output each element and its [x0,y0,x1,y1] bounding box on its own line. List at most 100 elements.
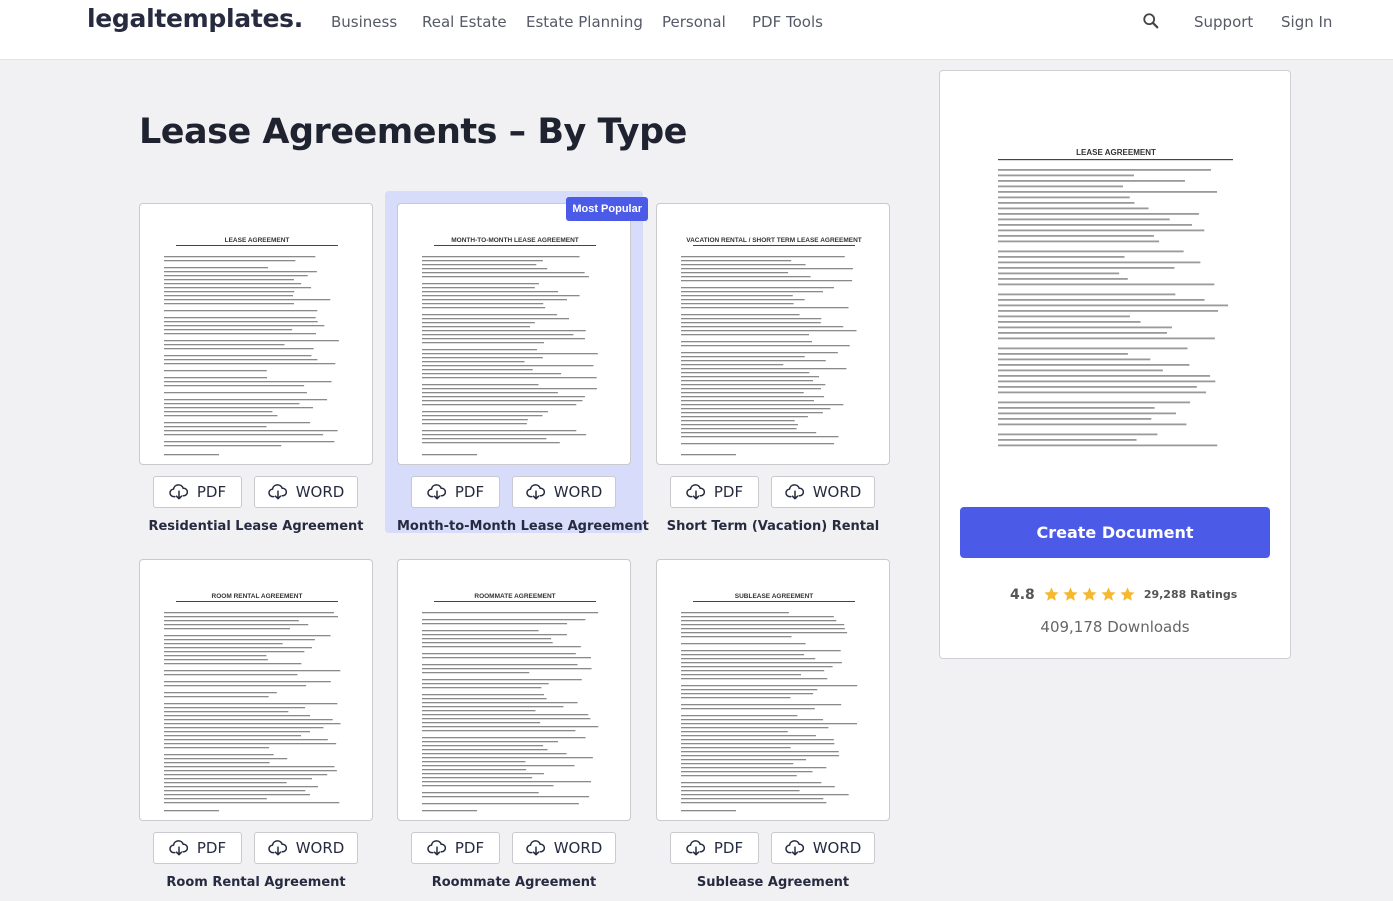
document-text-line [422,438,547,440]
download-pdf-button[interactable]: PDF [670,832,759,864]
document-thumbnail[interactable]: ROOMMATE AGREEMENT [397,559,631,821]
document-text-line [681,747,791,749]
nav-sign-in[interactable]: Sign In [1281,13,1332,31]
nav-estate-planning[interactable]: Estate Planning [526,13,643,31]
template-card[interactable]: ROOMMATE AGREEMENT PDF WORD Roommate Agreem… [397,559,631,901]
download-pdf-button[interactable]: PDF [411,832,500,864]
document-text-line [998,267,1175,269]
card-title[interactable]: Roommate Agreement [397,875,631,890]
document-text-line [681,704,842,706]
download-word-button[interactable]: WORD [771,832,875,864]
document-text-line [422,619,586,621]
document-preview: ROOM RENTAL AGREEMENT [164,593,341,812]
download-icon [267,484,287,500]
document-text-line [164,731,310,733]
document-text-line [164,739,328,741]
document-text-line [164,685,307,687]
document-text-line [998,278,1128,280]
template-card[interactable]: LEASE AGREEMENT PDF WORD Residential Lease … [139,203,373,545]
document-text-line [164,279,294,281]
document-text-line [422,404,577,406]
download-pdf-button[interactable]: PDF [153,832,242,864]
document-text-line [681,291,824,293]
pdf-label: PDF [196,839,227,857]
card-title[interactable]: Sublease Agreement [656,875,890,890]
download-pdf-button[interactable]: PDF [670,476,759,508]
document-text-line [422,295,580,297]
document-text-line [422,683,549,685]
document-text-line [422,646,581,648]
document-text-line [998,326,1172,329]
document-heading-rule [434,601,596,602]
document-thumbnail[interactable]: ROOM RENTAL AGREEMENT [139,559,373,821]
document-text-line [998,353,1128,355]
card-title[interactable]: Residential Lease Agreement [139,519,373,534]
document-text-line [998,347,1188,350]
document-text-line [164,392,307,394]
download-pdf-button[interactable]: PDF [411,476,500,508]
download-word-button[interactable]: WORD [512,476,616,508]
document-text-line [681,360,826,362]
document-text-line [681,299,805,301]
document-heading-rule [693,245,855,246]
document-text-line [164,735,301,737]
nav-business[interactable]: Business [331,13,397,31]
document-heading: SUBLEASE AGREEMENT [735,593,814,600]
document-preview: LEASE AGREEMENT [164,237,339,456]
document-text-line [422,357,543,359]
document-text-line [422,411,548,413]
document-text-line [164,612,334,614]
document-text-line [681,751,839,753]
nav-support[interactable]: Support [1194,13,1253,31]
document-preview: SUBLEASE AGREEMENT [681,593,858,812]
create-document-button[interactable]: Create Document [960,507,1270,558]
document-text-line [164,681,331,683]
template-card[interactable]: VACATION RENTAL / SHORT TERM LEASE AGREE… [656,203,890,545]
document-thumbnail[interactable]: SUBLEASE AGREEMENT [656,559,890,821]
document-text-line [681,632,848,634]
document-text-line [681,345,850,347]
document-text-line [422,365,594,367]
document-preview: ROOMMATE AGREEMENT [422,593,599,812]
download-icon [427,840,446,856]
document-text-line [164,441,335,443]
download-pdf-button[interactable]: PDF [153,476,242,508]
pdf-label: PDF [196,483,227,501]
card-title[interactable]: Short Term (Vacation) Rental [656,519,890,534]
document-text-line [422,634,567,636]
template-card[interactable]: ROOM RENTAL AGREEMENT PDF WORD Room Rental … [139,559,373,901]
document-text-line [681,674,802,676]
download-word-button[interactable]: WORD [771,476,875,508]
document-text-line [998,283,1215,286]
document-text-line [164,407,314,409]
download-word-button[interactable]: WORD [254,832,358,864]
document-thumbnail[interactable]: MONTH-TO-MONTH LEASE AGREEMENT [397,203,631,465]
document-text-line [422,423,527,425]
document-text-line [998,180,1185,182]
download-icon [169,840,188,856]
document-text-line [164,399,328,401]
nav-personal[interactable]: Personal [662,13,726,31]
document-text-line [422,612,599,614]
document-text-line [422,757,593,759]
document-text-line [681,708,815,710]
template-card[interactable]: MONTH-TO-MONTH LEASE AGREEMENT Most Popul… [385,191,649,534]
card-title[interactable]: Month-to-Month Lease Agreement [397,519,649,534]
download-word-button[interactable]: WORD [512,832,616,864]
logo[interactable]: legaltemplates. [87,4,303,33]
document-text-line [422,434,587,436]
search-icon[interactable] [1142,12,1160,30]
document-text-line [422,702,578,704]
document-text-line [164,659,268,661]
star-icon [1120,587,1135,601]
card-title[interactable]: Room Rental Agreement [139,875,373,890]
document-text-line [164,267,269,269]
nav-real-estate[interactable]: Real Estate [422,13,507,31]
document-thumbnail[interactable]: VACATION RENTAL / SHORT TERM LEASE AGREE… [656,203,890,465]
template-card[interactable]: SUBLEASE AGREEMENT PDF WORD Sublease Agreem… [656,559,890,901]
download-word-button[interactable]: WORD [254,476,358,508]
document-thumbnail[interactable]: LEASE AGREEMENT [139,203,373,465]
nav-pdf-tools[interactable]: PDF Tools [752,13,823,31]
document-text-line [422,653,576,655]
document-text-line [681,260,792,262]
